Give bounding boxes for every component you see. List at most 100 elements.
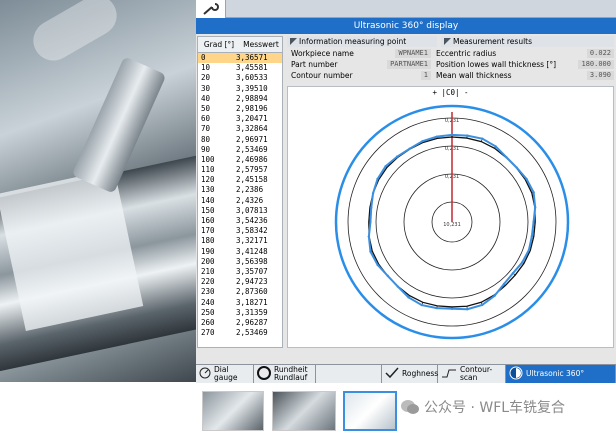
table-row[interactable]: 160 3,54236	[198, 216, 282, 226]
machine-photo	[0, 0, 196, 382]
table-row[interactable]: 220 2,94723	[198, 277, 282, 287]
angle-cell: 150	[201, 205, 215, 215]
value-cell: 2,87360	[236, 287, 268, 297]
data-point	[530, 234, 534, 238]
table-row[interactable]: 20 3,60533	[198, 73, 282, 83]
zoom-control[interactable]: + |C0| -	[288, 88, 613, 97]
table-row[interactable]: 90 2,53469	[198, 145, 282, 155]
table-row[interactable]: 0 3,36571	[198, 53, 282, 64]
table-row[interactable]: 140 2,4326	[198, 196, 282, 206]
value-cell: 2,45158	[236, 175, 268, 185]
softkey-bar: Dial gauge Rundheit Rundlauf Roghness Conto…	[196, 364, 616, 383]
softkey-label: Ultrasonic 360°	[526, 369, 585, 378]
watermark: 公众号 · WFL车铣复合	[400, 396, 610, 418]
info-panel-title: Information measuring point	[287, 36, 437, 47]
angle-cell: 140	[201, 195, 215, 205]
softkey-rundheit-rundlauf[interactable]: Rundheit Rundlauf	[254, 365, 316, 383]
info-label: Workpiece name	[291, 49, 354, 58]
top-bar	[196, 0, 616, 18]
angle-cell: 50	[201, 103, 211, 113]
thumbnail-1[interactable]	[202, 391, 264, 431]
table-row[interactable]: 260 2,96287	[198, 318, 282, 328]
angle-cell: 170	[201, 226, 215, 236]
table-row[interactable]: 40 2,98894	[198, 94, 282, 104]
table-row[interactable]: 240 3,18271	[198, 298, 282, 308]
angle-cell: 110	[201, 165, 215, 175]
data-point	[395, 155, 399, 158]
softkey-empty[interactable]	[316, 365, 382, 383]
data-point	[376, 177, 379, 181]
data-point	[421, 139, 424, 143]
table-row[interactable]: 130 2,2386	[198, 185, 282, 195]
angle-cell: 230	[201, 287, 215, 297]
value-cell: 3,41248	[236, 246, 268, 256]
softkey-contour-scan[interactable]: Contour-scan	[438, 365, 506, 383]
table-row[interactable]: 80 2,96971	[198, 135, 282, 145]
table-row[interactable]: 120 2,45158	[198, 175, 282, 185]
table-row[interactable]: 100 2,46986	[198, 155, 282, 165]
angle-cell: 240	[201, 297, 215, 307]
data-point	[481, 137, 484, 140]
circle-icon	[257, 366, 271, 382]
value-cell: 2,53469	[236, 144, 268, 154]
thumbnail-3-selected[interactable]	[343, 391, 397, 431]
angle-cell: 120	[201, 175, 215, 185]
value-cell: 3,60533	[236, 73, 268, 83]
table-row[interactable]: 200 3,56398	[198, 257, 282, 267]
polar-chart-svg: 0,2310,2310,23110,231	[334, 104, 570, 340]
result-field: Mean wall thickness 3.090	[436, 71, 614, 81]
angle-cell: 260	[201, 317, 215, 327]
softkey-ultrasonic-360[interactable]: Ultrasonic 360°	[506, 365, 616, 383]
info-field: Workpiece name WPNAME1	[291, 49, 431, 59]
table-row[interactable]: 270 2,53469	[198, 328, 282, 338]
table-row[interactable]: 150 3,07813	[198, 206, 282, 216]
value-cell: 3,18271	[236, 297, 268, 307]
data-point	[420, 303, 423, 307]
data-point	[376, 263, 379, 267]
table-row[interactable]: 210 3,35707	[198, 267, 282, 277]
value-cell: 3,20471	[236, 114, 268, 124]
value-cell: 2,96971	[236, 134, 268, 144]
data-point	[515, 166, 518, 169]
thumbnail-2[interactable]	[272, 391, 336, 431]
info-field: Contour number 1	[291, 71, 431, 81]
value-cell: 3,32171	[236, 236, 268, 246]
data-point	[450, 307, 454, 311]
value-cell: 3,58342	[236, 226, 268, 236]
table-row[interactable]: 250 3,31359	[198, 308, 282, 318]
value-cell: 2,98894	[236, 93, 268, 103]
data-point	[407, 296, 410, 299]
table-row[interactable]: 190 3,41248	[198, 247, 282, 257]
info-label: Part number	[291, 60, 338, 69]
table-row[interactable]: 70 3,32864	[198, 124, 282, 134]
angle-cell: 200	[201, 256, 215, 266]
watermark-text: 公众号 · WFL车铣复合	[424, 400, 566, 416]
value-cell: 2,4326	[236, 195, 264, 205]
table-row[interactable]: 180 3,32171	[198, 236, 282, 246]
data-point	[511, 271, 515, 275]
window-title: Ultrasonic 360° display	[196, 18, 616, 34]
table-row[interactable]: 50 2,98196	[198, 104, 282, 114]
softkey-dial-gauge[interactable]: Dial gauge	[196, 365, 254, 383]
table-row[interactable]: 170 3,58342	[198, 226, 282, 236]
check-icon	[385, 367, 399, 381]
angle-cell: 220	[201, 277, 215, 287]
ultrasonic-icon	[509, 366, 523, 382]
table-row[interactable]: 110 2,57957	[198, 165, 282, 175]
softkey-roghness[interactable]: Roghness	[382, 365, 438, 383]
table-row[interactable]: 230 2,87360	[198, 287, 282, 297]
angle-cell: 190	[201, 246, 215, 256]
table-row[interactable]: 10 3,45581	[198, 63, 282, 73]
info-value: 1	[420, 71, 431, 80]
data-point	[384, 165, 387, 168]
angle-cell: 10	[201, 63, 211, 73]
data-point	[502, 282, 506, 286]
value-cell: 2,46986	[236, 154, 268, 164]
value-cell: 2,57957	[236, 165, 268, 175]
angle-cell: 90	[201, 144, 211, 154]
table-row[interactable]: 60 3,20471	[198, 114, 282, 124]
data-point	[533, 206, 537, 209]
table-row[interactable]: 30 3,39510	[198, 84, 282, 94]
data-point	[371, 192, 375, 195]
wrench-icon[interactable]	[196, 0, 226, 18]
